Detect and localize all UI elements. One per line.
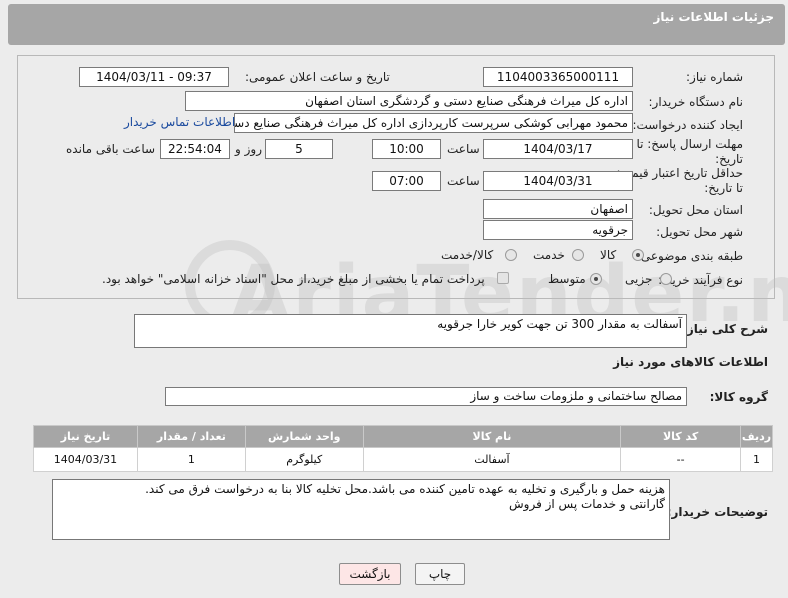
province-label: استان محل تحویل: bbox=[648, 203, 743, 217]
process-medium-radio[interactable] bbox=[590, 273, 602, 285]
deadline-date-field: 1404/03/17 bbox=[483, 139, 633, 159]
payment-note: پرداخت تمام یا بخشی از مبلغ خرید،از محل … bbox=[102, 272, 485, 286]
days-field: 5 bbox=[265, 139, 333, 159]
goods-section-title: اطلاعات کالاهای مورد نیاز bbox=[613, 355, 768, 369]
remaining-label: ساعت باقی مانده bbox=[66, 142, 156, 156]
province-field: اصفهان bbox=[483, 199, 633, 219]
buyer-notes-label: توضیحات خریدار: bbox=[666, 505, 768, 519]
col-date: تاریخ نیاز bbox=[33, 425, 138, 448]
creator-field: محمود مهرابی کوشکی سرپرست کارپردازی ادار… bbox=[234, 113, 633, 133]
deadline-label: مهلت ارسال پاسخ: تا تاریخ: bbox=[636, 137, 743, 166]
category-goods-radio[interactable] bbox=[632, 249, 644, 261]
category-service-radio[interactable] bbox=[572, 249, 584, 261]
creator-label: ایجاد کننده درخواست: bbox=[632, 118, 743, 132]
process-minor-label: جزیی bbox=[625, 272, 653, 286]
process-medium-label: متوسط bbox=[548, 272, 586, 286]
col-code: کد کالا bbox=[620, 425, 742, 448]
goods-group-label: گروه کالا: bbox=[709, 390, 768, 404]
col-row: ردیف bbox=[740, 425, 773, 448]
category-both-radio[interactable] bbox=[505, 249, 517, 261]
cell-qty: 1 bbox=[136, 447, 246, 472]
need-number-field: 1104003365000111 bbox=[483, 67, 633, 87]
cell-date: 1404/03/31 bbox=[33, 447, 138, 472]
category-goods-label: کالا bbox=[600, 248, 617, 262]
buyer-notes-line-2: گارانتی و خدمات پس از فروش bbox=[509, 497, 665, 511]
items-table: ردیف کد کالا نام کالا واحد شمارش تعداد /… bbox=[33, 425, 773, 472]
page-title: جزئیات اطلاعات نیاز bbox=[653, 10, 774, 24]
remaining-time-field: 22:54:04 bbox=[160, 139, 230, 159]
col-name: نام کالا bbox=[362, 425, 622, 448]
cell-code: -- bbox=[620, 447, 742, 472]
cell-row: 1 bbox=[740, 447, 773, 472]
contact-info-link[interactable]: اطلاعات تماس خریدار bbox=[124, 115, 235, 129]
table-header-row: ردیف کد کالا نام کالا واحد شمارش تعداد /… bbox=[33, 425, 773, 448]
deadline-time-label: ساعت bbox=[447, 142, 480, 156]
announce-field: 1404/03/11 - 09:37 bbox=[79, 67, 229, 87]
city-field: جرقویه bbox=[483, 220, 633, 240]
buyer-org-label: نام دستگاه خریدار: bbox=[648, 95, 744, 109]
summary-label: شرح کلی نیاز: bbox=[682, 322, 768, 336]
buyer-org-field: اداره کل میراث فرهنگی صنایع دستی و گردشگ… bbox=[185, 91, 633, 111]
goods-group-field: مصالح ساختمانی و ملزومات ساخت و ساز bbox=[165, 387, 687, 406]
category-label: طبقه بندی موضوعی: bbox=[636, 249, 743, 263]
col-unit: واحد شمارش bbox=[244, 425, 364, 448]
summary-text: آسفالت به مقدار 300 تن جهت کویر خارا جرق… bbox=[437, 317, 682, 331]
table-row: 1 -- آسفالت کیلوگرم 1 1404/03/31 bbox=[33, 447, 773, 472]
announce-label: تاریخ و ساعت اعلان عمومی: bbox=[245, 70, 390, 84]
cell-name: آسفالت bbox=[362, 447, 622, 472]
print-button[interactable]: چاپ bbox=[415, 563, 465, 585]
process-minor-radio[interactable] bbox=[660, 273, 672, 285]
buyer-notes-line-1: هزینه حمل و بارگیری و تخلیه به عهده تامی… bbox=[145, 482, 665, 496]
category-service-label: خدمت bbox=[533, 248, 565, 262]
city-label: شهر محل تحویل: bbox=[656, 225, 743, 239]
treasury-checkbox[interactable] bbox=[497, 272, 509, 284]
col-qty: تعداد / مقدار bbox=[136, 425, 246, 448]
back-button[interactable]: بازگشت bbox=[339, 563, 401, 585]
price-time-field: 07:00 bbox=[372, 171, 441, 191]
cell-unit: کیلوگرم bbox=[244, 447, 364, 472]
summary-textarea[interactable]: آسفالت به مقدار 300 تن جهت کویر خارا جرق… bbox=[134, 314, 687, 348]
buyer-notes-textarea[interactable]: هزینه حمل و بارگیری و تخلیه به عهده تامی… bbox=[52, 479, 670, 540]
days-label: روز و bbox=[235, 142, 262, 156]
category-both-label: کالا/خدمت bbox=[441, 248, 494, 262]
price-time-label: ساعت bbox=[447, 174, 480, 188]
need-number-label: شماره نیاز: bbox=[686, 70, 743, 84]
price-date-field: 1404/03/31 bbox=[483, 171, 633, 191]
deadline-time-field: 10:00 bbox=[372, 139, 441, 159]
